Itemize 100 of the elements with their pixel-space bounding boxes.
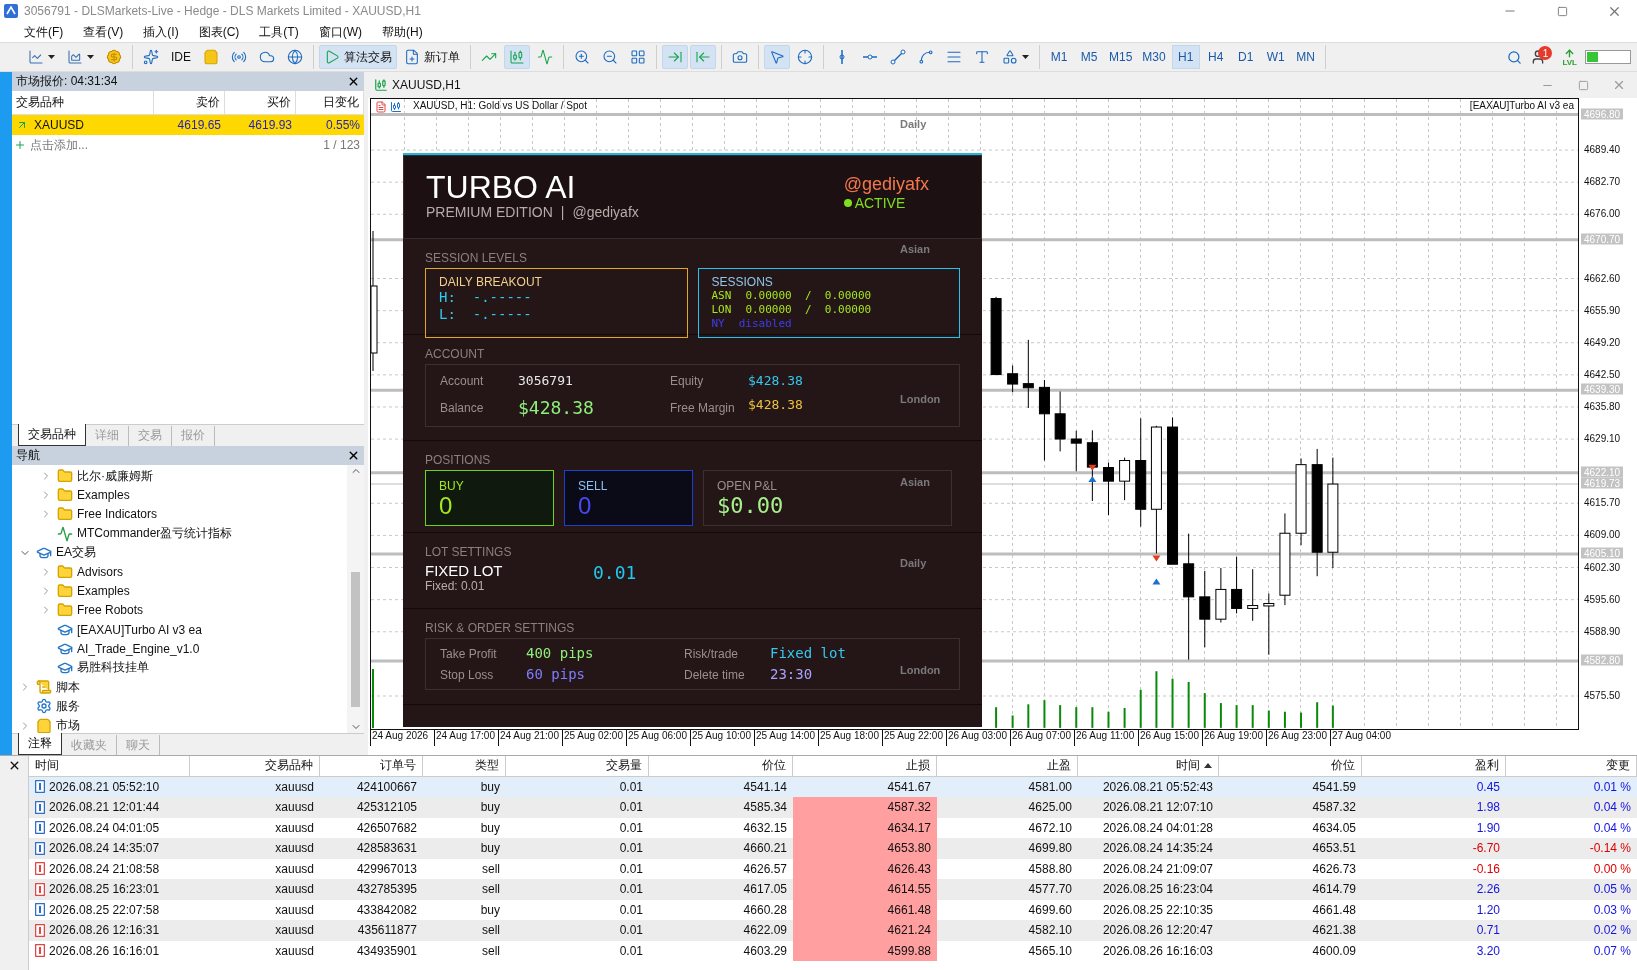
table-cell: 0.01	[506, 920, 649, 941]
table-cell[interactable]: 2026.08.21 05:52:10	[29, 776, 190, 797]
navigator-item[interactable]: Examples	[77, 584, 130, 599]
table-cell: 4541.59	[1219, 776, 1362, 797]
menu-item[interactable]: 工具(T)	[249, 22, 309, 42]
timeframe-button[interactable]: D1	[1231, 45, 1260, 69]
candlestick-icon[interactable]	[390, 101, 402, 113]
column-header[interactable]: 类型	[423, 756, 506, 777]
table-cell: 428583631	[320, 838, 423, 859]
menu-item[interactable]: 插入(I)	[133, 22, 189, 42]
menu-item[interactable]: 查看(V)	[73, 22, 134, 42]
app-logo-icon	[4, 4, 18, 18]
toolbar-button[interactable]: IDE	[166, 45, 196, 69]
timeframe-button[interactable]: M15	[1105, 45, 1137, 69]
menu-item[interactable]: 帮助(H)	[372, 22, 433, 42]
shift-left-icon	[695, 49, 711, 65]
navigator-item[interactable]: Free Robots	[77, 603, 144, 618]
table-cell[interactable]: 2026.08.25 16:23:01	[29, 879, 190, 900]
symbol-count: 1 / 123	[323, 138, 360, 152]
table-cell[interactable]: 2026.08.26 12:16:31	[29, 920, 190, 941]
table-cell: 4582.10	[937, 920, 1078, 941]
navigator-item[interactable]: 市场	[56, 717, 80, 735]
price-tick: 4642.50	[1583, 368, 1622, 380]
column-header[interactable]: 止损	[793, 756, 937, 777]
status-dot-icon	[843, 199, 852, 207]
crosshair-icon	[797, 49, 813, 65]
maximize-icon[interactable]	[1577, 79, 1589, 91]
add-symbol-link[interactable]: 点击添加...	[14, 136, 88, 154]
toolbar-button[interactable]	[764, 45, 790, 69]
panel-tab[interactable]: 注释	[18, 733, 62, 755]
session-label: London	[900, 393, 941, 406]
time-label: 25 Aug 22:00	[882, 730, 946, 746]
column-header[interactable]: 交易量	[506, 756, 649, 777]
timeframe-button[interactable]: W1	[1261, 45, 1290, 69]
menu-item[interactable]: 图表(C)	[188, 22, 250, 42]
column-header[interactable]: 订单号	[320, 756, 423, 777]
navigator-item[interactable]: 易胜科技挂单	[77, 659, 149, 677]
close-button[interactable]	[347, 75, 360, 88]
column-header[interactable]: 止盈	[937, 756, 1078, 777]
navigator-item[interactable]: EA交易	[56, 544, 96, 562]
menu-item[interactable]: 文件(F)	[14, 22, 74, 42]
line-icon	[537, 49, 553, 65]
time-label: 25 Aug 18:00	[818, 730, 882, 746]
price-level-label: 4622.10	[1581, 466, 1624, 478]
table-cell: 424100667	[320, 776, 423, 797]
timeframe-button[interactable]: M30	[1138, 45, 1170, 69]
author-label: @gediyafx	[843, 174, 929, 195]
column-header[interactable]: 变更	[1506, 756, 1637, 777]
navigator-item[interactable]: AI_Trade_Engine_v1.0	[77, 641, 200, 656]
panel-tab[interactable]: 交易品种	[18, 423, 86, 446]
section-heading: LOT SETTINGS	[425, 545, 513, 559]
navigator-item[interactable]: 服务	[56, 697, 80, 715]
table-cell[interactable]: 2026.08.21 12:01:44	[29, 797, 190, 818]
scrollbar[interactable]	[347, 464, 364, 733]
section-heading: RISK & ORDER SETTINGS	[425, 621, 576, 635]
table-cell: 0.45	[1362, 776, 1506, 797]
column-header[interactable]: 时间	[29, 756, 190, 777]
chart-plot[interactable]	[370, 98, 1579, 730]
chart-tab[interactable]: XAUUSD,H1	[372, 74, 463, 96]
toolbar-button[interactable]: 算法交易	[319, 45, 397, 69]
maximize-icon[interactable]	[1556, 5, 1568, 17]
navigator-item[interactable]: 比尔·威廉姆斯	[77, 467, 153, 485]
up-arrow-icon	[16, 119, 28, 131]
column-header[interactable]: 盈利	[1362, 756, 1506, 777]
timeframe-button[interactable]: H1	[1171, 45, 1200, 69]
candle	[1054, 391, 1066, 452]
table-cell: 4541.67	[793, 776, 937, 797]
document-icon[interactable]	[375, 101, 387, 113]
timeframe-button[interactable]: M5	[1075, 45, 1103, 69]
toolbar-button[interactable]: 新订单	[399, 45, 465, 69]
symbol-cell[interactable]: XAUUSD	[12, 115, 154, 135]
search-icon[interactable]	[1507, 49, 1523, 65]
toolbar-button[interactable]	[504, 45, 530, 69]
timeframe-button[interactable]: M1	[1045, 45, 1073, 69]
expert-label: [EAXAU]Turbo AI v3 ea	[1469, 100, 1574, 111]
column-header[interactable]: 价位	[649, 756, 793, 777]
toolbar-button[interactable]	[690, 45, 716, 69]
timeframe-button[interactable]: H4	[1201, 45, 1230, 69]
volume-bar	[1316, 701, 1319, 729]
menu-item[interactable]: 窗口(W)	[308, 22, 372, 42]
price-tick: 4629.10	[1583, 432, 1622, 444]
column-header[interactable]: 价位	[1219, 756, 1362, 777]
navigator-item[interactable]: Free Indicators	[77, 507, 158, 522]
column-header[interactable]: 时间	[1078, 756, 1219, 777]
field-value: $428.38	[748, 373, 803, 389]
navigator-item[interactable]: Advisors	[77, 565, 123, 580]
table-cell[interactable]: 2026.08.24 14:35:07	[29, 838, 190, 859]
navigator-item[interactable]: Examples	[77, 488, 130, 503]
table-cell: sell	[423, 920, 506, 941]
timeframe-button[interactable]: MN	[1291, 45, 1320, 69]
navigator-item[interactable]: [EAXAU]Turbo AI v3 ea	[77, 622, 202, 637]
volume-bar	[1075, 706, 1078, 729]
navigator-item[interactable]: 脚本	[56, 678, 80, 696]
toolbar-button[interactable]	[662, 45, 688, 69]
navigator-item[interactable]: MTCommander盈亏统计指标	[77, 525, 233, 543]
level-label: LVL	[1562, 58, 1577, 67]
column-header[interactable]: 交易品种	[190, 756, 320, 777]
notification-badge: 1	[1538, 46, 1553, 60]
table-cell: 0.01 %	[1506, 776, 1637, 797]
field-value: 60 pips	[526, 666, 585, 683]
